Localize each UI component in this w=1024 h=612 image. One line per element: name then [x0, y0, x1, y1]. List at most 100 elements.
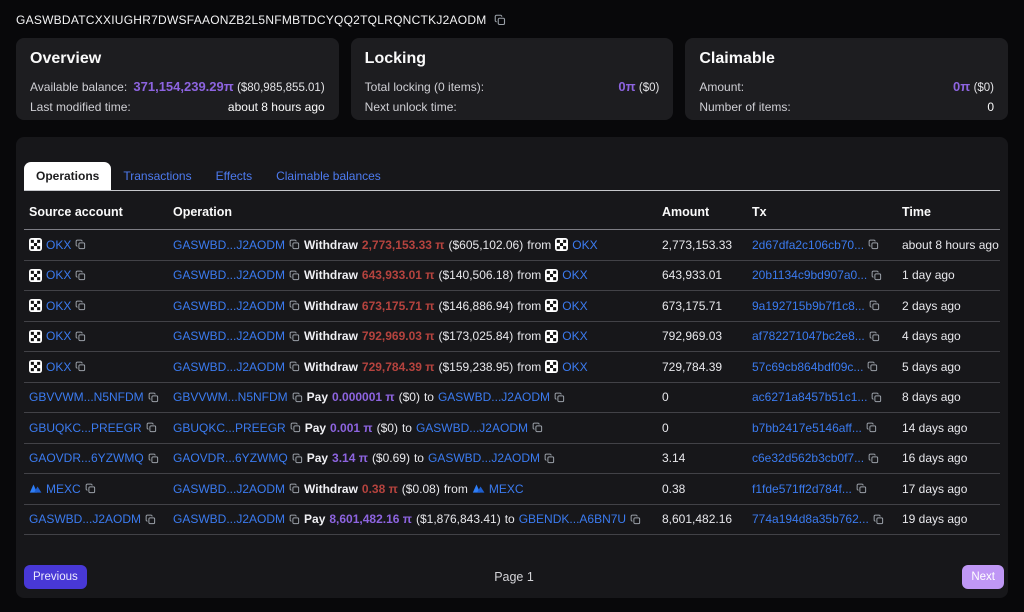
- account-link[interactable]: OKX: [46, 360, 71, 374]
- copy-icon[interactable]: [873, 514, 884, 525]
- operation-cell: GAOVDR...6YZWMQPay3.14 π($0.69)toGASWBD.…: [173, 451, 662, 465]
- account-link[interactable]: GASWBD...J2AODM: [29, 512, 141, 526]
- account-link[interactable]: OKX: [562, 360, 587, 374]
- source-account-cell: OKX: [29, 238, 173, 252]
- copy-icon[interactable]: [292, 392, 303, 403]
- account-link[interactable]: GASWBD...J2AODM: [173, 512, 285, 526]
- account-link[interactable]: GASWBD...J2AODM: [428, 451, 540, 465]
- amount-cell: 0: [662, 421, 752, 435]
- tx-link[interactable]: af782271047bc2e8...: [752, 329, 865, 343]
- copy-icon[interactable]: [75, 331, 86, 342]
- okx-icon: [545, 360, 558, 373]
- okx-icon: [29, 360, 42, 373]
- tx-link[interactable]: 9a192715b9b7f1c8...: [752, 299, 865, 313]
- copy-icon[interactable]: [75, 270, 86, 281]
- operation-usd: ($0.69): [372, 451, 410, 465]
- copy-icon[interactable]: [869, 300, 880, 311]
- source-account-cell: MEXC: [29, 482, 173, 496]
- table-row: OKXGASWBD...J2AODMWithdraw643,933.01 π($…: [24, 261, 1000, 292]
- operation-amount: 729,784.39 π: [362, 360, 435, 374]
- copy-icon[interactable]: [148, 453, 159, 464]
- copy-icon[interactable]: [289, 361, 300, 372]
- operation-preposition: to: [402, 421, 412, 435]
- source-account-cell: OKX: [29, 360, 173, 374]
- account-link[interactable]: MEXC: [489, 482, 524, 496]
- account-link[interactable]: OKX: [562, 299, 587, 313]
- copy-icon[interactable]: [148, 392, 159, 403]
- account-link[interactable]: GASWBD...J2AODM: [173, 482, 285, 496]
- copy-icon[interactable]: [289, 270, 300, 281]
- copy-icon[interactable]: [289, 239, 300, 250]
- tx-link[interactable]: 20b1134c9bd907a0...: [752, 268, 867, 282]
- copy-icon[interactable]: [554, 392, 565, 403]
- tx-link[interactable]: c6e32d562b3cb0f7...: [752, 451, 864, 465]
- tx-link[interactable]: 57c69cb864bdf09c...: [752, 360, 863, 374]
- copy-icon[interactable]: [85, 483, 96, 494]
- account-link[interactable]: GASWBD...J2AODM: [173, 329, 285, 343]
- tx-link[interactable]: 774a194d8a35b762...: [752, 512, 869, 526]
- tx-link[interactable]: b7bb2417e5146aff...: [752, 421, 862, 435]
- account-link[interactable]: GAOVDR...6YZWMQ: [29, 451, 144, 465]
- tab-claimable-balances[interactable]: Claimable balances: [264, 162, 393, 190]
- time-cell: 2 days ago: [902, 299, 1000, 313]
- copy-icon[interactable]: [290, 422, 301, 433]
- copy-icon[interactable]: [871, 270, 882, 281]
- previous-button[interactable]: Previous: [24, 565, 87, 589]
- tab-operations[interactable]: Operations: [24, 162, 111, 190]
- account-link[interactable]: OKX: [562, 268, 587, 282]
- copy-icon[interactable]: [145, 514, 156, 525]
- account-link[interactable]: GASWBD...J2AODM: [438, 390, 550, 404]
- tx-cell: c6e32d562b3cb0f7...: [752, 451, 902, 465]
- amount-cell: 3.14: [662, 451, 752, 465]
- copy-icon[interactable]: [630, 514, 641, 525]
- account-link[interactable]: OKX: [46, 268, 71, 282]
- copy-icon[interactable]: [289, 331, 300, 342]
- copy-icon[interactable]: [532, 422, 543, 433]
- tx-link[interactable]: ac6271a8457b51c1...: [752, 390, 867, 404]
- account-link[interactable]: GASWBD...J2AODM: [173, 268, 285, 282]
- account-link[interactable]: GAOVDR...6YZWMQ: [173, 451, 288, 465]
- locking-title: Locking: [365, 50, 660, 68]
- account-link[interactable]: MEXC: [46, 482, 81, 496]
- copy-icon[interactable]: [75, 239, 86, 250]
- copy-icon[interactable]: [75, 361, 86, 372]
- operation-amount: 2,773,153.33 π: [362, 238, 445, 252]
- account-link[interactable]: OKX: [46, 238, 71, 252]
- copy-icon[interactable]: [146, 422, 157, 433]
- operation-usd: ($0): [377, 421, 398, 435]
- tx-cell: 774a194d8a35b762...: [752, 512, 902, 526]
- copy-icon[interactable]: [866, 422, 877, 433]
- next-button[interactable]: Next: [962, 565, 1004, 589]
- account-link[interactable]: GASWBD...J2AODM: [173, 360, 285, 374]
- account-link[interactable]: OKX: [562, 329, 587, 343]
- tab-effects[interactable]: Effects: [204, 162, 264, 190]
- copy-icon[interactable]: [75, 300, 86, 311]
- copy-icon[interactable]: [868, 239, 879, 250]
- copy-icon[interactable]: [867, 361, 878, 372]
- account-link[interactable]: GBENDK...A6BN7U: [519, 512, 626, 526]
- copy-icon[interactable]: [544, 453, 555, 464]
- account-link[interactable]: GBVVWM...N5NFDM: [29, 390, 144, 404]
- account-link[interactable]: GASWBD...J2AODM: [173, 238, 285, 252]
- copy-icon[interactable]: [871, 392, 882, 403]
- copy-icon[interactable]: [289, 483, 300, 494]
- copy-icon[interactable]: [868, 453, 879, 464]
- copy-icon[interactable]: [292, 453, 303, 464]
- copy-icon[interactable]: [494, 14, 506, 26]
- account-link[interactable]: GBVVWM...N5NFDM: [173, 390, 288, 404]
- account-link[interactable]: GBUQKC...PREEGR: [173, 421, 286, 435]
- account-link[interactable]: GBUQKC...PREEGR: [29, 421, 142, 435]
- operation-amount: 643,933.01 π: [362, 268, 435, 282]
- copy-icon[interactable]: [289, 300, 300, 311]
- account-link[interactable]: OKX: [46, 299, 71, 313]
- account-link[interactable]: GASWBD...J2AODM: [416, 421, 528, 435]
- tab-transactions[interactable]: Transactions: [111, 162, 203, 190]
- copy-icon[interactable]: [869, 331, 880, 342]
- tx-link[interactable]: 2d67dfa2c106cb70...: [752, 238, 864, 252]
- copy-icon[interactable]: [856, 483, 867, 494]
- tx-link[interactable]: f1fde571ff2d784f...: [752, 482, 852, 496]
- copy-icon[interactable]: [289, 514, 300, 525]
- account-link[interactable]: OKX: [46, 329, 71, 343]
- account-link[interactable]: OKX: [572, 238, 597, 252]
- account-link[interactable]: GASWBD...J2AODM: [173, 299, 285, 313]
